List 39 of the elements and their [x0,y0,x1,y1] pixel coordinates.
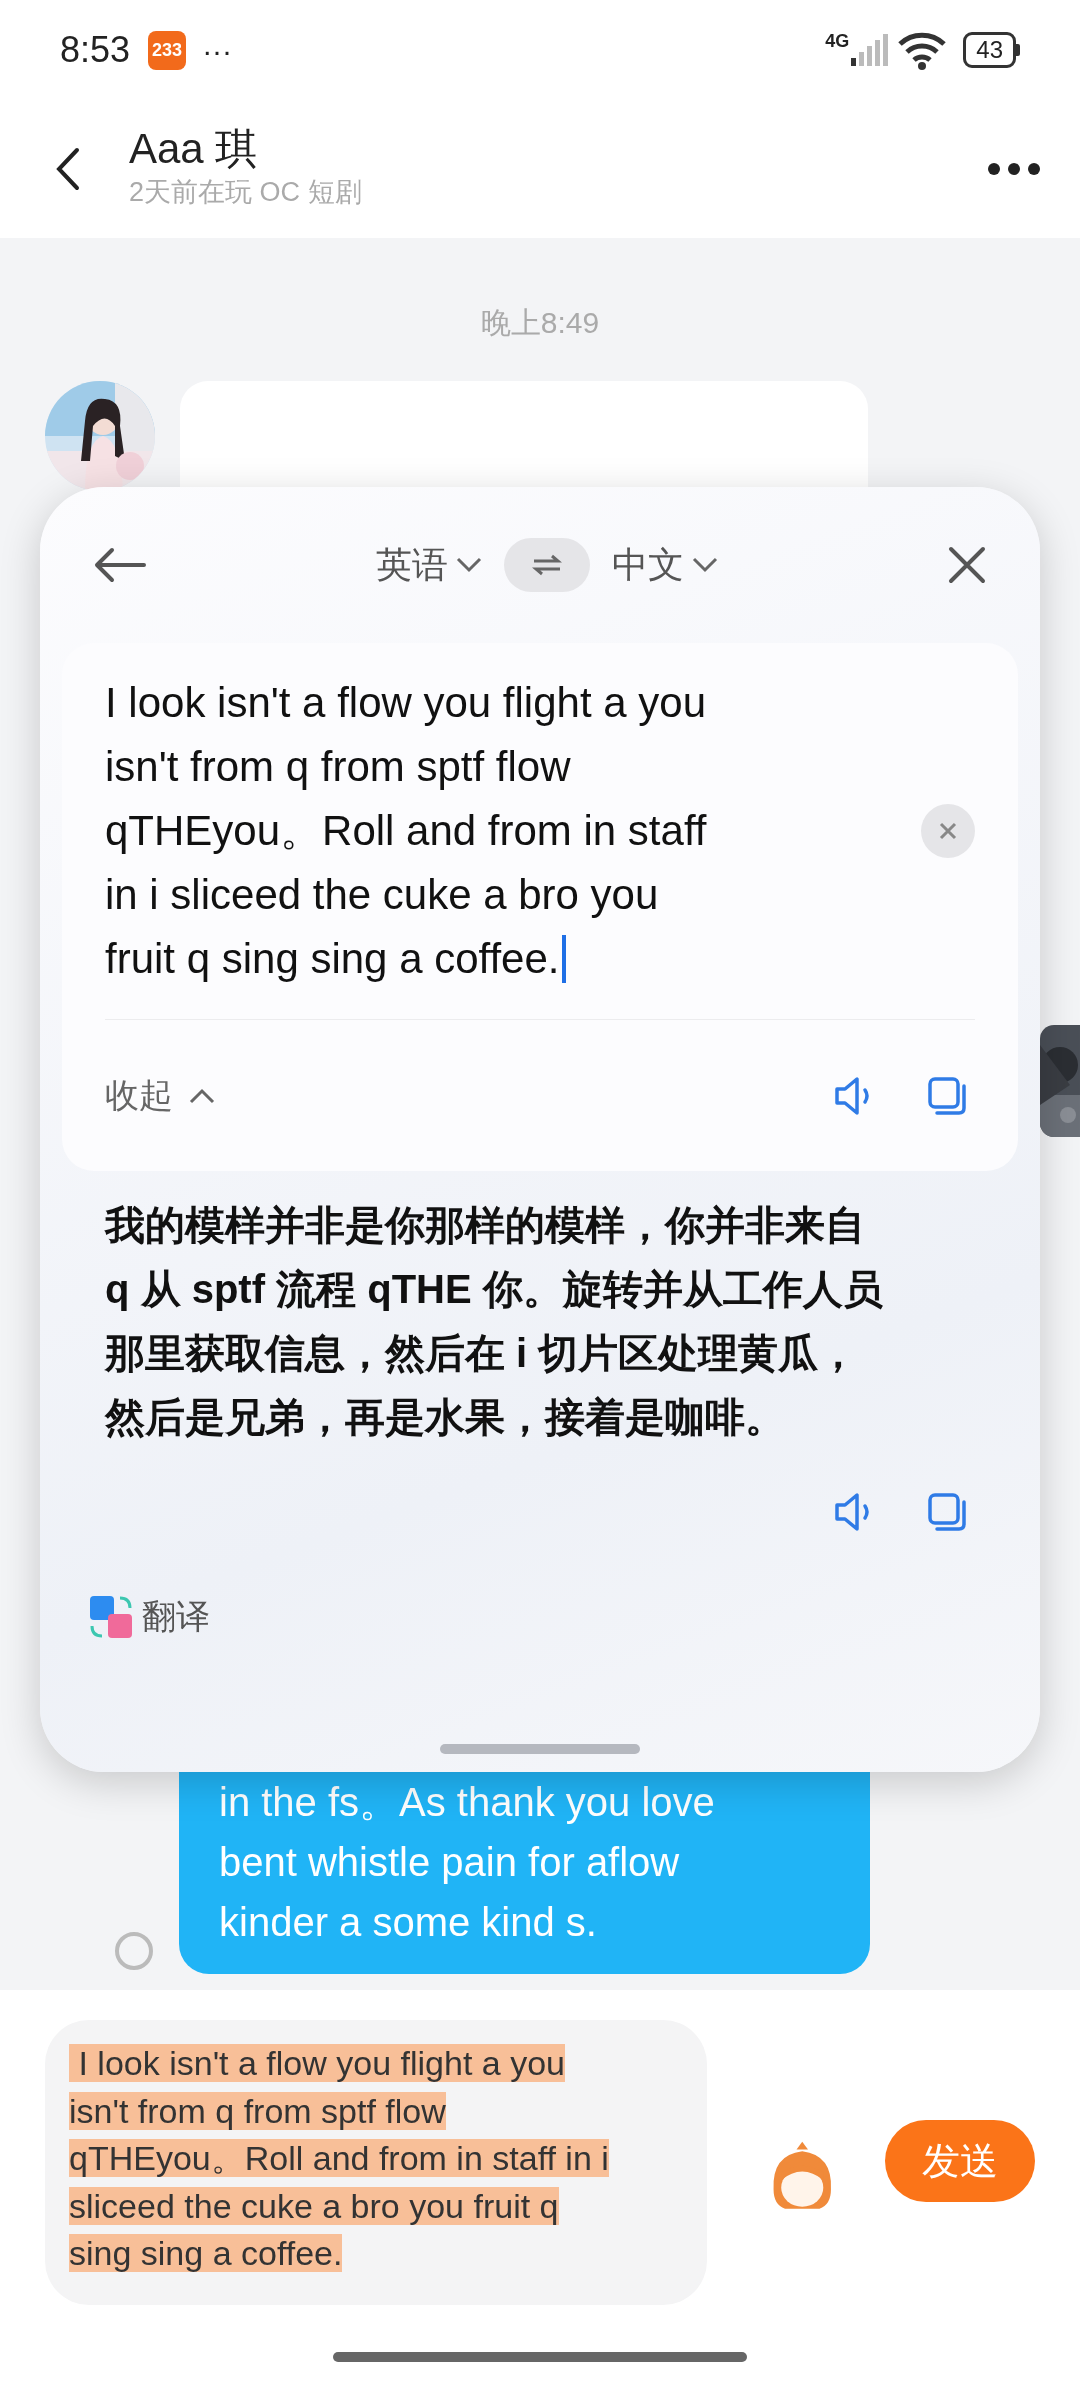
translate-icon [88,1593,134,1640]
app-badge: 233 [148,30,187,70]
translate-label: 翻译 [142,1596,210,1637]
select-radio[interactable] [115,1932,153,1970]
close-icon [948,546,986,584]
collapse-button[interactable]: 收起 [105,1070,215,1121]
clear-button[interactable] [921,804,975,858]
more-button[interactable] [988,163,1040,175]
more-icon [988,163,1040,175]
swap-icon [532,553,562,577]
copy-button[interactable] [927,1075,967,1116]
copy-icon [927,1492,967,1532]
copy-icon [927,1075,967,1116]
message-input[interactable]: I look isn't a flow you flight a you isn't from q from sptf flow qTHEyou。Roll and from in staff in i sliceed the cuke a bro you fruit q sing sing a coffee. [45,2020,707,2305]
source-language-dropdown[interactable]: 英语 [376,538,482,592]
chevron-down-icon [692,557,718,573]
swap-languages-button[interactable] [504,538,590,592]
contact-name: Aaa 琪 [129,125,259,172]
back-arrow-icon [94,547,146,583]
translation-text: 我的模样并非是你那样的模样，你并非来自 q 从 sptf 流程 qTHE 你。旋转并从工作人员 那里获取信息，然后在 i 切片区处理黄瓜， 然后是兄弟，再是水果，接着是咖啡。 [103,1202,884,1441]
chevron-down-icon [456,557,482,573]
signal-icon [849,34,890,66]
clear-icon [939,822,957,840]
copy-button[interactable] [927,1492,967,1532]
status-time: 8:53 [60,28,131,72]
more-notifications: ··· [202,32,233,69]
target-language-dropdown[interactable]: 中文 [612,538,718,592]
back-button[interactable] [94,547,146,583]
chevron-up-icon [189,1087,215,1104]
battery-indicator: 43 [963,32,1016,68]
back-button[interactable] [55,147,81,191]
network-label: 4G [825,30,850,53]
back-icon [55,147,81,191]
close-button[interactable] [948,546,986,584]
message-time: 晚上8:49 [479,305,601,341]
drag-handle[interactable] [440,1744,640,1754]
contact-status: 2天前在玩 OC 短剧 [129,175,363,209]
source-text-field[interactable]: I look isn't a flow you flight a you isn't from q from sptf flow qTHEyou。Roll and from in staff in i sliceed the cuke a bro you fruit q sing sing a coffee. [105,671,921,991]
wifi-icon [897,30,948,70]
